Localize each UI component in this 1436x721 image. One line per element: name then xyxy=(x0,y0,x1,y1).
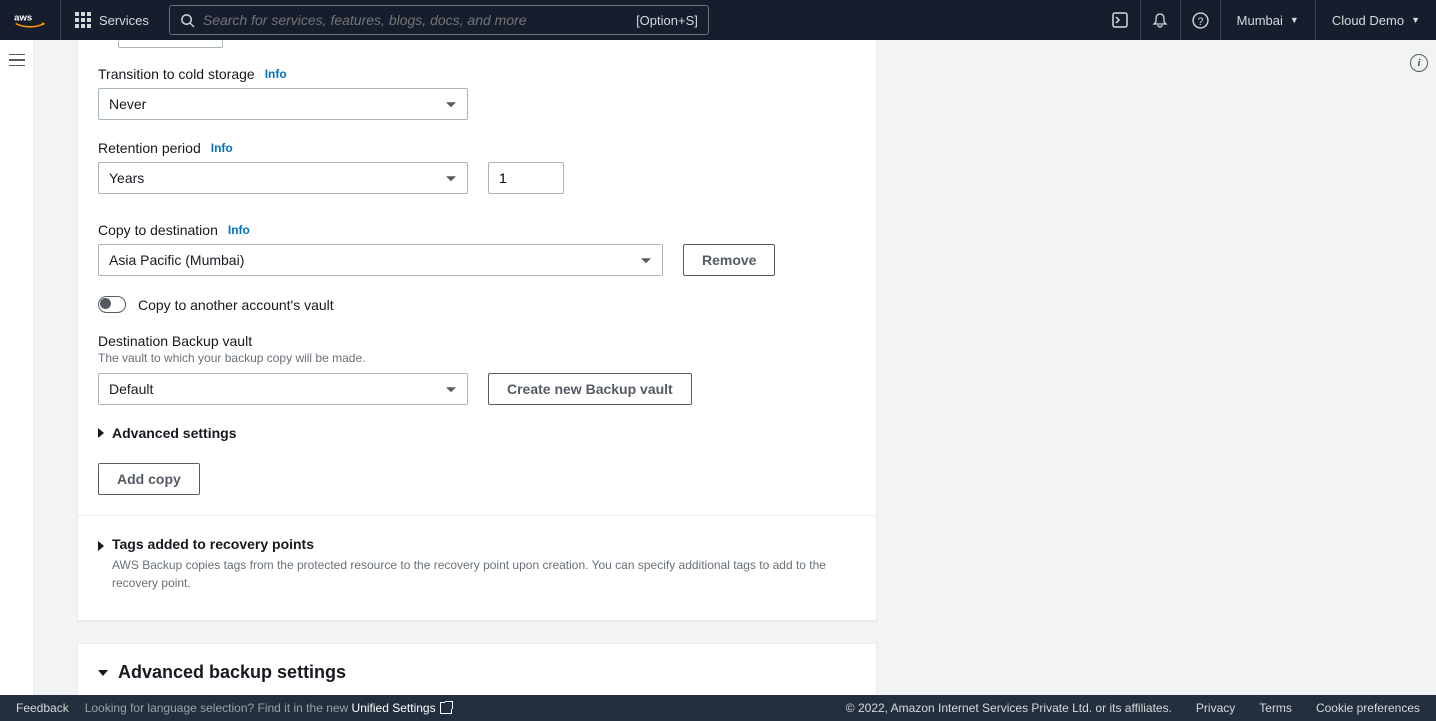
destination-vault-label: Destination Backup vault xyxy=(98,333,856,349)
terms-link[interactable]: Terms xyxy=(1259,701,1292,715)
info-link[interactable]: Info xyxy=(211,141,233,155)
menu-toggle-icon[interactable] xyxy=(9,54,25,66)
services-button[interactable]: Services xyxy=(61,0,163,40)
caret-right-icon xyxy=(98,541,104,551)
chevron-down-icon: ▼ xyxy=(1411,15,1420,25)
advanced-settings-label: Advanced settings xyxy=(112,425,236,441)
cold-storage-select[interactable]: Never xyxy=(98,88,468,120)
services-label: Services xyxy=(99,13,149,28)
search-icon xyxy=(180,13,195,28)
region-label: Mumbai xyxy=(1237,13,1283,28)
retention-field: Retention period Info Years xyxy=(98,140,856,194)
destination-vault-select[interactable]: Default xyxy=(98,373,468,405)
footer: Feedback Looking for language selection?… xyxy=(0,695,1436,721)
copy-destination-field: Copy to destination Info Asia Pacific (M… xyxy=(98,222,856,276)
language-hint: Looking for language selection? Find it … xyxy=(85,701,452,715)
create-vault-button[interactable]: Create new Backup vault xyxy=(488,373,692,405)
copy-destination-select[interactable]: Asia Pacific (Mumbai) xyxy=(98,244,663,276)
retention-unit-select[interactable]: Years xyxy=(98,162,468,194)
cloudshell-icon[interactable] xyxy=(1100,0,1140,40)
external-link-icon xyxy=(440,702,452,714)
copy-another-account-label: Copy to another account's vault xyxy=(138,297,334,313)
search-box[interactable]: [Option+S] xyxy=(169,5,709,35)
tags-title: Tags added to recovery points xyxy=(112,536,852,552)
unified-settings-link[interactable]: Unified Settings xyxy=(352,701,452,715)
svg-text:?: ? xyxy=(1197,15,1203,27)
svg-text:aws: aws xyxy=(14,12,32,23)
advanced-backup-header[interactable]: Advanced backup settings xyxy=(78,644,876,695)
cold-storage-field: Transition to cold storage Info Never xyxy=(98,66,856,120)
cookie-prefs-link[interactable]: Cookie preferences xyxy=(1316,701,1420,715)
left-rail xyxy=(0,40,34,695)
caret-down-icon xyxy=(98,670,108,676)
retention-label: Retention period xyxy=(98,140,201,156)
copyright-text: © 2022, Amazon Internet Services Private… xyxy=(846,701,1172,715)
info-link[interactable]: Info xyxy=(265,67,287,81)
privacy-link[interactable]: Privacy xyxy=(1196,701,1235,715)
help-icon[interactable]: ? xyxy=(1180,0,1220,40)
right-rail: i xyxy=(1402,40,1436,695)
tags-section: Tags added to recovery points AWS Backup… xyxy=(78,516,876,620)
aws-logo[interactable]: aws xyxy=(0,0,61,40)
destination-vault-field: Destination Backup vault The vault to wh… xyxy=(98,333,856,405)
copy-destination-label: Copy to destination xyxy=(98,222,218,238)
main-content: Transition to cold storage Info Never Re… xyxy=(34,40,1402,695)
copy-another-account-row: Copy to another account's vault xyxy=(98,296,856,313)
notifications-icon[interactable] xyxy=(1140,0,1180,40)
tags-expander[interactable]: Tags added to recovery points AWS Backup… xyxy=(98,536,856,600)
retention-value-input[interactable] xyxy=(488,162,564,194)
advanced-backup-title: Advanced backup settings xyxy=(118,662,346,683)
info-link[interactable]: Info xyxy=(228,223,250,237)
destination-vault-helper: The vault to which your backup copy will… xyxy=(98,351,856,365)
caret-right-icon xyxy=(98,428,104,438)
chevron-down-icon: ▼ xyxy=(1290,15,1299,25)
advanced-backup-panel: Advanced backup settings Application-con… xyxy=(77,643,877,695)
help-panel-toggle-icon[interactable]: i xyxy=(1410,54,1428,72)
add-copy-button[interactable]: Add copy xyxy=(98,463,200,495)
cold-storage-label: Transition to cold storage xyxy=(98,66,255,82)
account-menu[interactable]: Cloud Demo ▼ xyxy=(1315,0,1436,40)
tags-description: AWS Backup copies tags from the protecte… xyxy=(112,556,852,592)
remove-copy-button[interactable]: Remove xyxy=(683,244,775,276)
top-navbar: aws Services [Option+S] ? Mumbai ▼ Cloud… xyxy=(0,0,1436,40)
feedback-link[interactable]: Feedback xyxy=(16,701,69,715)
grid-icon xyxy=(75,12,91,28)
account-label: Cloud Demo xyxy=(1332,13,1404,28)
advanced-settings-expander[interactable]: Advanced settings xyxy=(98,425,856,441)
search-shortcut: [Option+S] xyxy=(636,13,698,28)
search-input[interactable] xyxy=(203,12,636,28)
region-selector[interactable]: Mumbai ▼ xyxy=(1220,0,1315,40)
copy-another-account-toggle[interactable] xyxy=(98,296,126,313)
backup-config-panel: Transition to cold storage Info Never Re… xyxy=(77,40,877,621)
